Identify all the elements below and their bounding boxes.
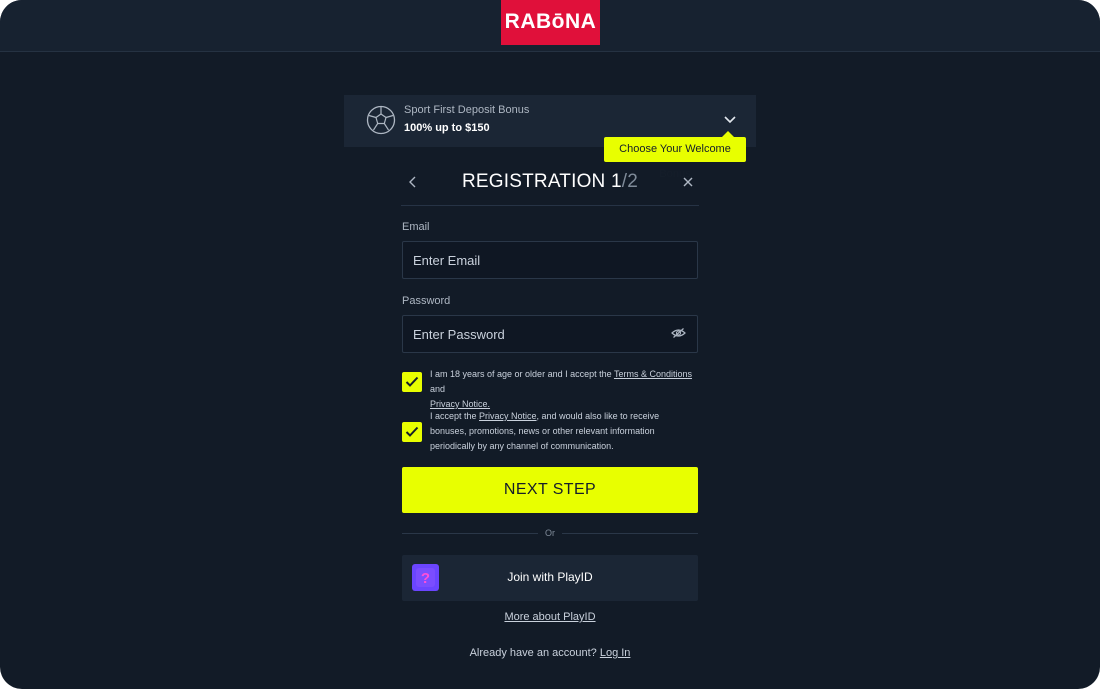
rabona-logo[interactable]: RABōNA (501, 0, 600, 45)
marketing-consent-checkbox[interactable] (402, 422, 422, 442)
login-link[interactable]: Log In (600, 647, 631, 659)
registration-header: REGISTRATION 1/2 (401, 166, 699, 206)
consent-text: and (430, 384, 446, 394)
hide-password-icon[interactable] (671, 327, 686, 339)
more-about-playid-link[interactable]: More about PlayID (504, 611, 595, 623)
email-label: Email (402, 221, 430, 233)
privacy-notice-link[interactable]: Privacy Notice. (430, 399, 490, 409)
chevron-down-icon[interactable] (722, 112, 738, 126)
join-playid-label: Join with PlayID (507, 570, 593, 584)
age-terms-checkbox[interactable] (402, 372, 422, 392)
registration-total-steps: /2 (621, 171, 638, 192)
divider-left (402, 533, 538, 534)
privacy-notice-link[interactable]: Privacy Notice (479, 411, 537, 421)
page-frame: RABōNA Sport First Deposit Bonus 100% up… (0, 0, 1100, 689)
terms-conditions-link[interactable]: Terms & Conditions (614, 369, 692, 379)
login-prompt: Already have an account? Log In (402, 647, 698, 659)
or-separator: Or (545, 528, 555, 538)
login-prompt-text: Already have an account? (469, 647, 597, 659)
consent-text: I am 18 years of age or older and I acce… (430, 369, 614, 379)
email-field[interactable] (402, 241, 698, 279)
consent-text: I accept the (430, 411, 480, 421)
more-about-playid: More about PlayID (402, 611, 698, 623)
bonus-value: 100% up to $150 (404, 122, 490, 134)
registration-title-text: REGISTRATION (461, 171, 606, 192)
registration-title: REGISTRATION 1/2 (401, 171, 699, 193)
age-terms-text: I am 18 years of age or older and I acce… (430, 367, 702, 412)
join-playid-button[interactable]: ? Join with PlayID (402, 555, 698, 601)
next-step-button[interactable]: NEXT STEP (402, 467, 698, 513)
password-field[interactable] (402, 315, 698, 353)
registration-current-step: 1 (610, 171, 622, 192)
password-label: Password (402, 295, 451, 307)
soccer-ball-icon (366, 105, 396, 135)
welcome-bonus-tooltip: Choose Your Welcome Bonus (604, 131, 746, 180)
close-icon[interactable] (681, 175, 695, 189)
checkmark-icon (405, 376, 419, 387)
top-bar: RABōNA (0, 0, 1100, 52)
marketing-consent-text: I accept the Privacy Notice, and would a… (430, 409, 692, 454)
checkmark-icon (405, 426, 419, 437)
bonus-title: Sport First Deposit Bonus (404, 104, 530, 116)
divider-right (562, 533, 698, 534)
